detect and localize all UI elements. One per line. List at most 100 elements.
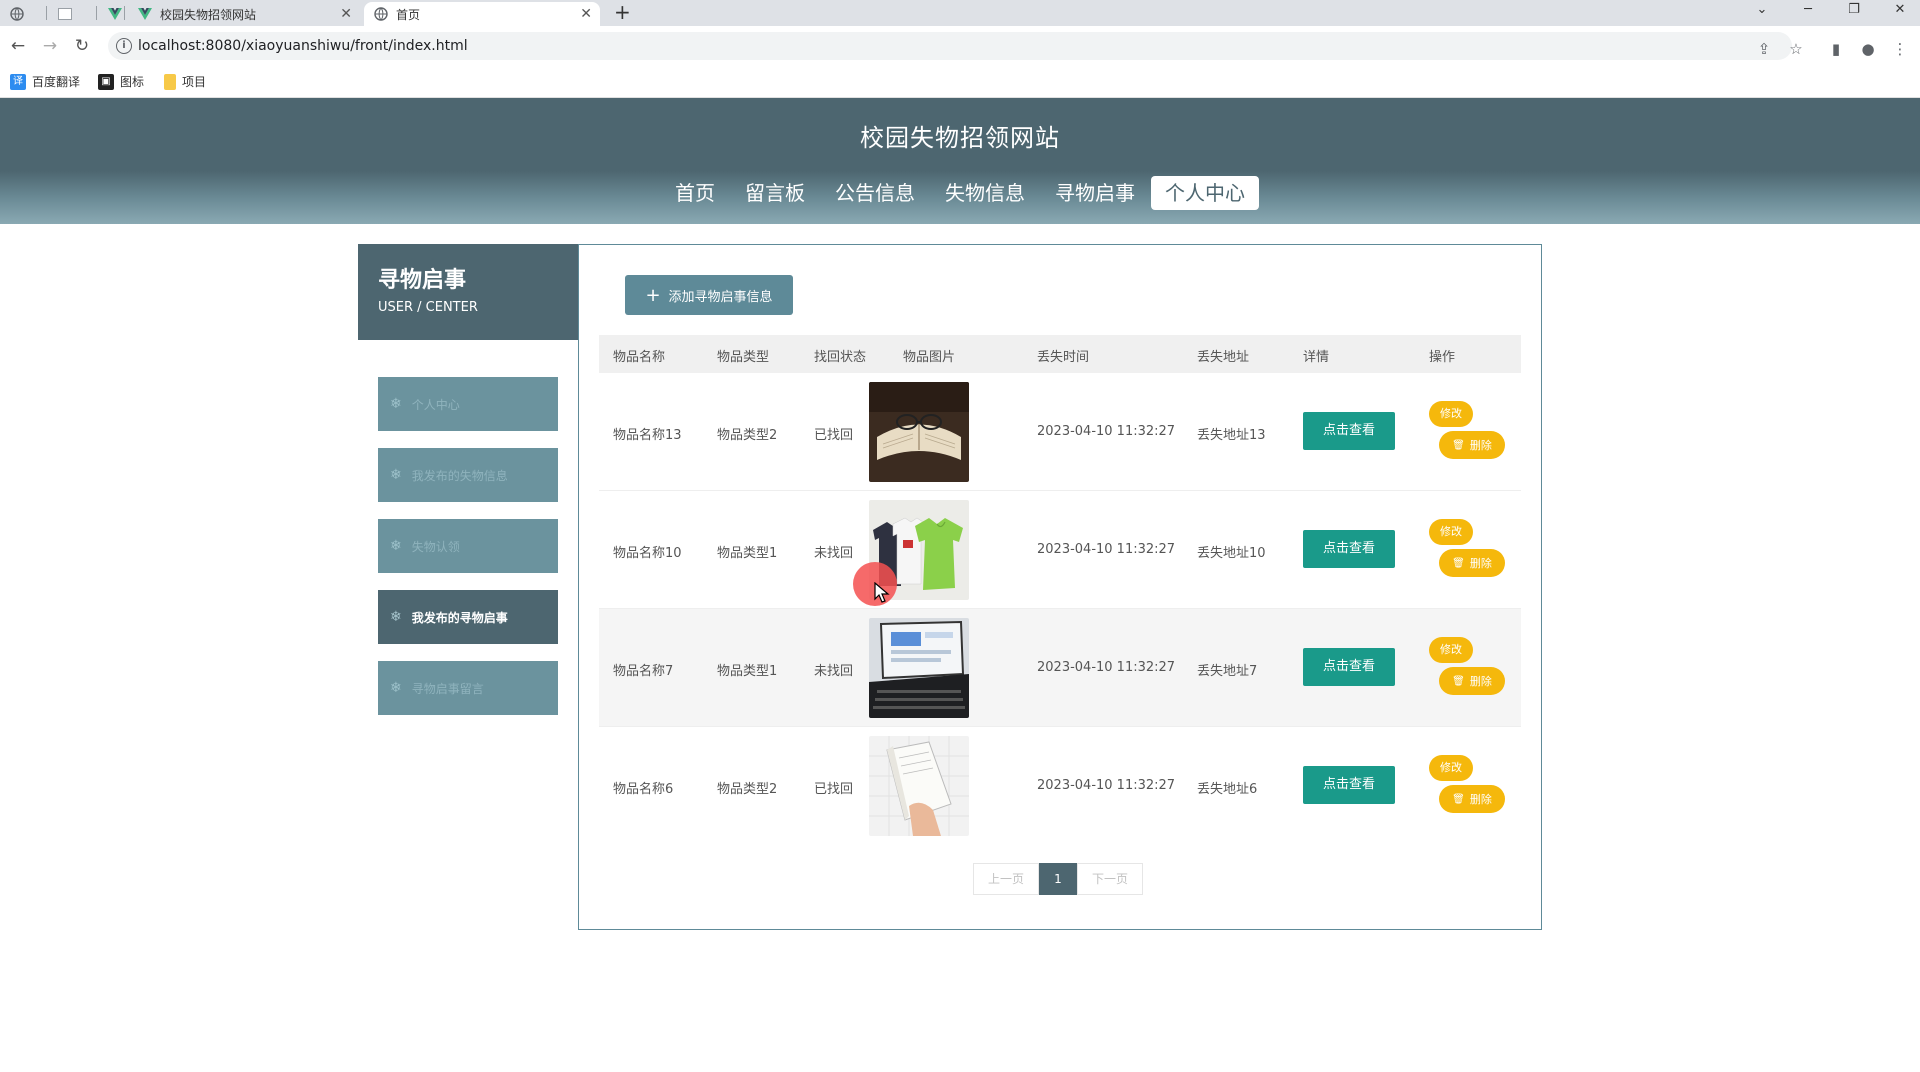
bookmark-item[interactable]: 译 百度翻译 <box>10 73 80 90</box>
trash-icon: 🗑 <box>1452 793 1465 805</box>
column-header: 丢失地址 <box>1197 350 1250 365</box>
back-icon[interactable]: ← <box>8 36 28 56</box>
restore-icon[interactable]: ❐ <box>1844 2 1864 17</box>
view-detail-button[interactable]: 点击查看 <box>1303 648 1395 686</box>
tab-search-icon[interactable]: ⌄ <box>1752 2 1772 17</box>
snowflake-icon: ❄ <box>390 396 402 412</box>
site-info-icon[interactable]: i <box>116 38 132 54</box>
sidebar-item-my-lost-items[interactable]: ❄ 我发布的失物信息 <box>378 448 558 502</box>
column-header: 丢失时间 <box>1037 350 1090 365</box>
view-detail-button[interactable]: 点击查看 <box>1303 530 1395 568</box>
lost-time: 2023-04-10 11:32:27 <box>1037 424 1176 439</box>
menu-dots-icon[interactable]: ⋮ <box>1890 40 1910 58</box>
view-detail-button[interactable]: 点击查看 <box>1303 412 1395 450</box>
sidebar-header: 寻物启事 USER / CENTER <box>358 244 578 340</box>
close-window-icon[interactable]: ✕ <box>1890 2 1910 17</box>
main-nav: 首页 留言板 公告信息 失物信息 寻物启事 个人中心 <box>0 176 1920 210</box>
item-status: 未找回 <box>814 546 854 561</box>
url-text: localhost:8080/xiaoyuanshiwu/front/index… <box>138 38 468 54</box>
column-header: 详情 <box>1303 350 1330 365</box>
tab-separator <box>124 6 125 20</box>
browser-tab-1[interactable] <box>0 2 44 26</box>
share-icon[interactable]: ⇪ <box>1754 40 1774 58</box>
delete-button[interactable]: 🗑 删除 <box>1439 431 1505 459</box>
browser-tab-5-active[interactable]: 首页 ✕ <box>364 2 600 26</box>
reload-icon[interactable]: ↻ <box>72 36 92 56</box>
bookmark-star-icon[interactable]: ☆ <box>1786 40 1806 58</box>
table-row: 物品名称10 物品类型1 未找回 2023-04-10 11:32:27 丢失地… <box>599 491 1521 609</box>
bookmark-item[interactable]: 项目 <box>164 73 206 90</box>
address-bar[interactable]: i localhost:8080/xiaoyuanshiwu/front/ind… <box>108 32 1792 60</box>
item-type: 物品类型1 <box>717 664 778 679</box>
pagination: 上一页 1 下一页 <box>973 863 1143 895</box>
lost-time: 2023-04-10 11:32:27 <box>1037 542 1176 557</box>
nav-message-board[interactable]: 留言板 <box>731 176 819 210</box>
add-notice-label: 添加寻物启事信息 <box>668 289 773 305</box>
browser-tab-3[interactable] <box>98 2 130 26</box>
sidebar-item-claims[interactable]: ❄ 失物认领 <box>378 519 558 573</box>
site-header: 校园失物招领网站 首页 留言板 公告信息 失物信息 寻物启事 个人中心 <box>0 98 1920 224</box>
nav-home[interactable]: 首页 <box>661 176 729 210</box>
edit-button[interactable]: 修改 <box>1429 637 1473 663</box>
item-name: 物品名称7 <box>613 664 674 679</box>
item-type: 物品类型1 <box>717 546 778 561</box>
edit-button[interactable]: 修改 <box>1429 401 1473 427</box>
minimize-icon[interactable]: ─ <box>1798 2 1818 17</box>
trash-icon: 🗑 <box>1452 675 1465 687</box>
column-header: 操作 <box>1429 350 1456 365</box>
sidebar-item-label: 失物认领 <box>411 539 460 554</box>
site-title: 校园失物招领网站 <box>860 124 1060 152</box>
globe-icon <box>374 7 388 21</box>
delete-button[interactable]: 🗑 删除 <box>1439 785 1505 813</box>
tab-separator <box>96 6 97 20</box>
translate-icon: 译 <box>10 73 26 90</box>
lost-address: 丢失地址13 <box>1197 428 1266 443</box>
view-detail-button[interactable]: 点击查看 <box>1303 766 1395 804</box>
tab-title: 首页 <box>396 7 421 22</box>
item-name: 物品名称13 <box>613 428 682 443</box>
tab-title: 校园失物招领网站 <box>160 7 257 22</box>
lost-time: 2023-04-10 11:32:27 <box>1037 778 1176 793</box>
sidebar-item-notice-comments[interactable]: ❄ 寻物启事留言 <box>378 661 558 715</box>
blank-page-icon <box>58 7 72 21</box>
delete-label: 删除 <box>1469 793 1492 806</box>
delete-button[interactable]: 🗑 删除 <box>1439 667 1505 695</box>
new-tab-button[interactable]: + <box>614 0 631 24</box>
nav-user-center[interactable]: 个人中心 <box>1151 176 1259 210</box>
side-panel-icon[interactable]: ▮ <box>1826 40 1846 58</box>
sidebar-item-user-center[interactable]: ❄ 个人中心 <box>378 377 558 431</box>
image-icon: ▣ <box>98 73 114 90</box>
nav-found-notices[interactable]: 寻物启事 <box>1041 176 1149 210</box>
content-panel: + 添加寻物启事信息 物品名称 物品类型 找回状态 物品图片 丢失时间 丢失地址… <box>578 244 1542 930</box>
sidebar-item-my-found-notices[interactable]: ❄ 我发布的寻物启事 <box>378 590 558 644</box>
add-notice-button[interactable]: + 添加寻物启事信息 <box>625 275 793 315</box>
snowflake-icon: ❄ <box>390 609 402 625</box>
bookmark-label: 项目 <box>182 75 207 89</box>
prev-page-button[interactable]: 上一页 <box>973 863 1039 895</box>
table-row: 物品名称13 物品类型2 已找回 2023-04-10 11:32:27 丢失地… <box>599 373 1521 491</box>
close-tab-icon[interactable]: ✕ <box>340 6 352 22</box>
vue-logo-icon <box>108 7 122 21</box>
nav-lost-items[interactable]: 失物信息 <box>931 176 1039 210</box>
browser-tab-2[interactable] <box>48 2 94 26</box>
table-row: 物品名称6 物品类型2 已找回 2023-04-10 11:32:27 丢失地址… <box>599 727 1521 845</box>
item-status: 已找回 <box>814 428 854 443</box>
nav-announcements[interactable]: 公告信息 <box>821 176 929 210</box>
page-number-button[interactable]: 1 <box>1039 863 1077 895</box>
delete-label: 删除 <box>1469 439 1492 452</box>
profile-icon[interactable]: ● <box>1858 40 1878 58</box>
table-header: 物品名称 物品类型 找回状态 物品图片 丢失时间 丢失地址 详情 操作 <box>599 335 1521 373</box>
trash-icon: 🗑 <box>1452 557 1465 569</box>
item-status: 未找回 <box>814 664 854 679</box>
close-tab-icon[interactable]: ✕ <box>580 6 592 22</box>
next-page-button[interactable]: 下一页 <box>1077 863 1143 895</box>
browser-tab-4[interactable]: 校园失物招领网站 ✕ <box>128 2 360 26</box>
edit-button[interactable]: 修改 <box>1429 519 1473 545</box>
item-name: 物品名称6 <box>613 782 674 797</box>
bookmark-item[interactable]: ▣ 图标 <box>98 73 144 90</box>
delete-button[interactable]: 🗑 删除 <box>1439 549 1505 577</box>
edit-button[interactable]: 修改 <box>1429 755 1473 781</box>
forward-icon[interactable]: → <box>40 36 60 56</box>
bookmarks-bar: 译 百度翻译 ▣ 图标 项目 <box>0 66 1920 98</box>
snowflake-icon: ❄ <box>390 538 402 554</box>
